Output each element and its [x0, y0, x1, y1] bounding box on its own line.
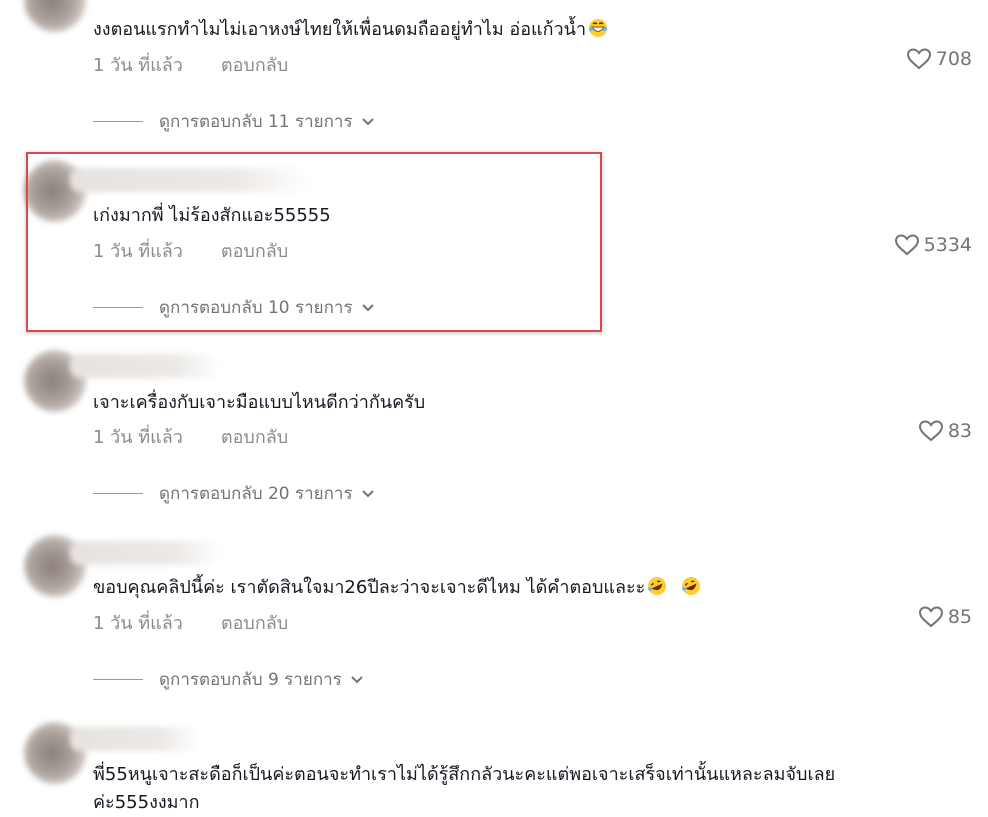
heart-icon: [918, 606, 943, 628]
rofl-emoji-icon: [648, 577, 667, 595]
like-count: 83: [947, 420, 972, 442]
divider: [93, 493, 143, 494]
view-replies-button[interactable]: ดูการตอบกลับ 9 รายการ: [93, 666, 364, 693]
comment-text: งงตอนแรกทำไมไม่เอาหงษ์ไทยให้เพื่อนดมถืออ…: [93, 16, 608, 44]
like-button[interactable]: 708: [906, 47, 972, 71]
view-replies-button[interactable]: ดูการตอบกลับ 11 รายการ: [93, 108, 375, 135]
reply-button[interactable]: ตอบกลับ: [221, 613, 288, 634]
rofl-emoji-icon: [682, 577, 701, 595]
avatar[interactable]: [24, 0, 86, 32]
comment-text: ขอบคุณคลิปนี้ค่ะ เราตัดสินใจมา26ปีละว่าจ…: [93, 574, 701, 602]
comment-time: 1 วัน ที่แล้ว: [93, 613, 183, 634]
like-count: 85: [947, 606, 972, 628]
reply-button[interactable]: ตอบกลับ: [221, 427, 288, 448]
reply-button[interactable]: ตอบกลับ: [221, 55, 288, 76]
laugh-emoji-icon: [589, 19, 608, 37]
highlight-box: [26, 152, 602, 332]
divider: [93, 679, 143, 680]
like-button[interactable]: 83: [918, 419, 972, 443]
comment-meta: 1 วัน ที่แล้ว ตอบกลับ: [93, 50, 288, 79]
heart-icon: [894, 234, 919, 256]
like-button[interactable]: 85: [918, 605, 972, 629]
heart-icon: [918, 420, 943, 442]
like-count: 5334: [923, 234, 972, 256]
comment-time: 1 วัน ที่แล้ว: [93, 427, 183, 448]
view-replies-button[interactable]: ดูการตอบกลับ 20 รายการ: [93, 480, 375, 507]
chevron-down-icon: [361, 489, 374, 497]
comment-text: เจาะเครื่องกับเจาะมือแบบไหนดีกว่ากันครับ: [93, 392, 426, 413]
comment-meta: 1 วัน ที่แล้ว ตอบกลับ: [93, 422, 288, 451]
comment-text: พี่55หนูเจาะสะดือก็เป็นค่ะตอนจะทำเราไม่ไ…: [93, 764, 836, 785]
like-button[interactable]: 5334: [894, 233, 972, 257]
heart-icon: [906, 48, 931, 70]
username-blurred: [70, 727, 200, 751]
username-blurred: [70, 354, 220, 378]
divider: [93, 121, 143, 122]
chevron-down-icon: [361, 117, 374, 125]
comment-text-continued: ค่ะ555งงมาก: [93, 792, 200, 813]
comment-meta: 1 วัน ที่แล้ว ตอบกลับ: [93, 608, 288, 637]
chevron-down-icon: [351, 675, 363, 683]
view-replies-label: ดูการตอบกลับ 9 รายการ: [159, 670, 342, 690]
view-replies-label: ดูการตอบกลับ 20 รายการ: [159, 484, 353, 504]
like-count: 708: [935, 48, 972, 70]
username-blurred: [70, 541, 220, 565]
comment-time: 1 วัน ที่แล้ว: [93, 55, 183, 76]
view-replies-label: ดูการตอบกลับ 11 รายการ: [159, 112, 353, 132]
